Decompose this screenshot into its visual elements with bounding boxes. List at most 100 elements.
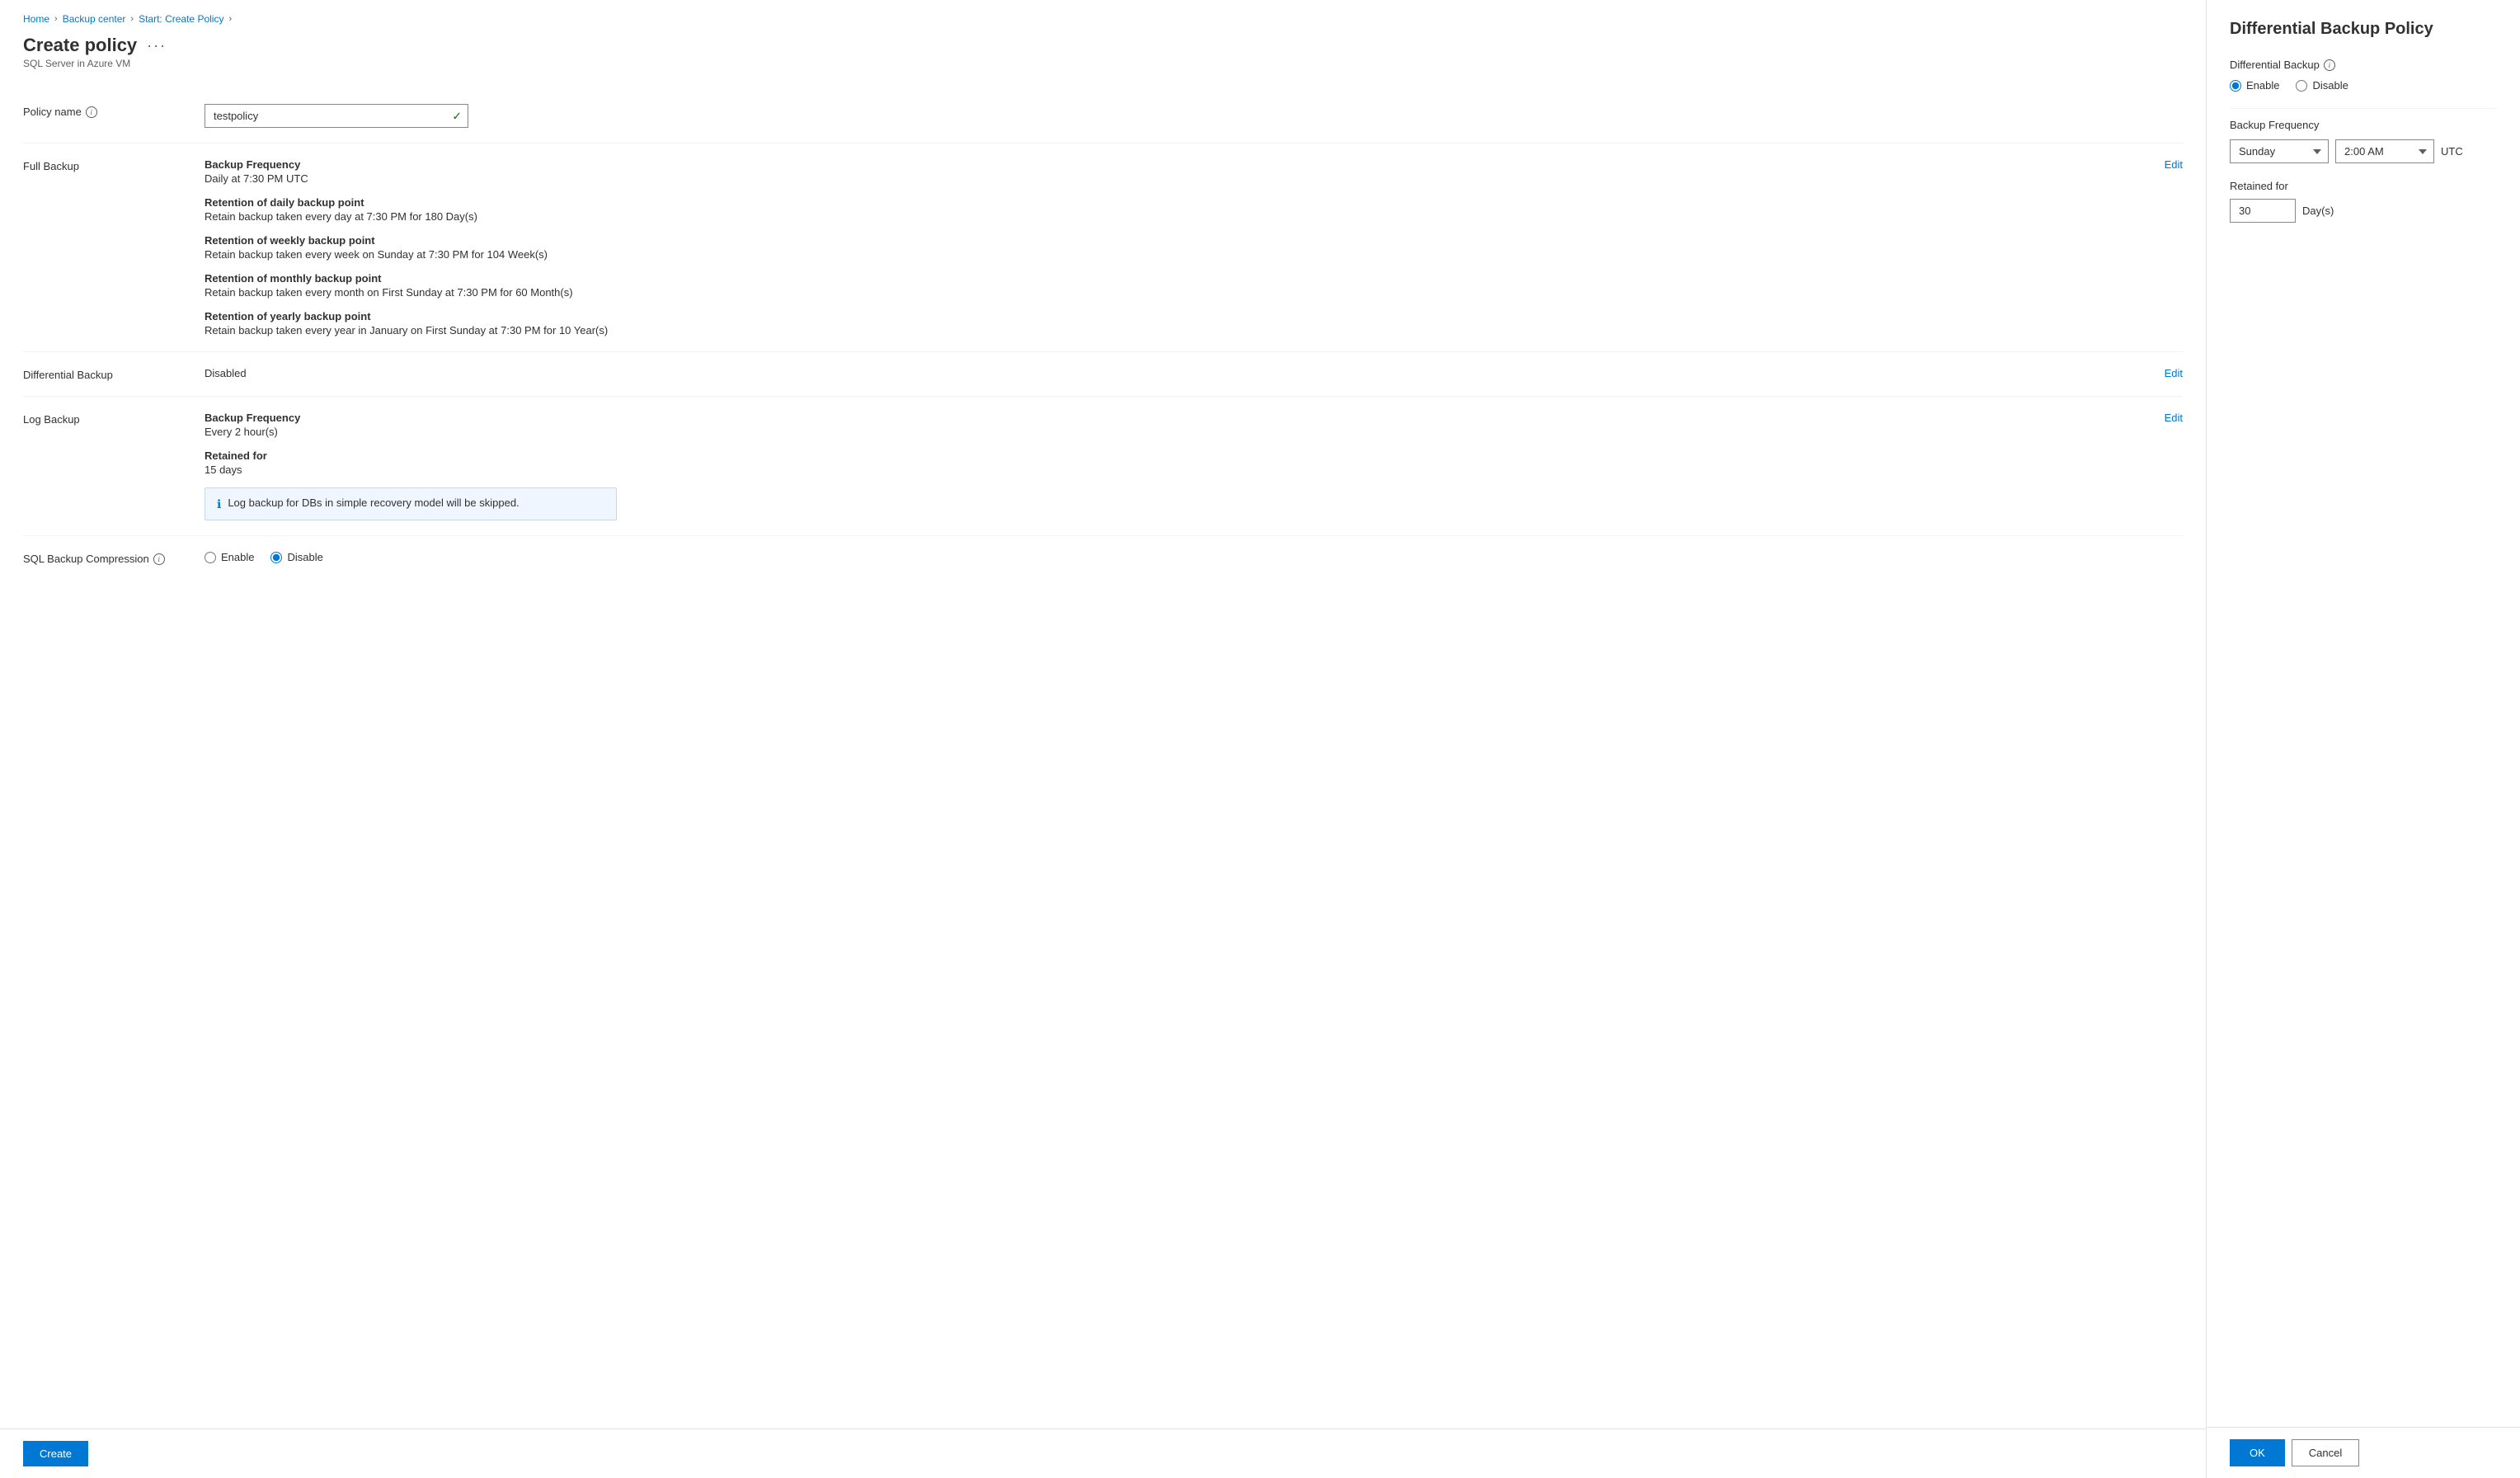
backup-frequency-panel-label: Backup Frequency	[2230, 119, 2497, 131]
policy-name-section: Policy name i ✓	[23, 89, 2183, 144]
diff-backup-enable-input[interactable]	[2230, 80, 2241, 92]
differential-backup-row: Disabled Edit	[205, 367, 2183, 379]
differential-backup-panel-section: Differential Backup i Enable Disable	[2230, 59, 2497, 92]
retention-monthly-title: Retention of monthly backup point	[205, 272, 2148, 285]
retention-weekly-value: Retain backup taken every week on Sunday…	[205, 248, 2148, 261]
retention-daily-title: Retention of daily backup point	[205, 196, 2148, 209]
main-panel: Home › Backup center › Start: Create Pol…	[0, 0, 2207, 1478]
log-info-icon: ℹ	[217, 497, 221, 511]
sql-compression-info-icon: i	[153, 553, 165, 565]
diff-backup-enable-label: Enable	[2246, 79, 2279, 92]
cancel-button[interactable]: Cancel	[2292, 1439, 2359, 1466]
retention-yearly-title: Retention of yearly backup point	[205, 310, 2148, 322]
full-backup-details: Backup Frequency Daily at 7:30 PM UTC Re…	[205, 158, 2148, 337]
sql-compression-disable-input[interactable]	[270, 552, 282, 563]
policy-name-label: Policy name i	[23, 104, 188, 118]
full-backup-retention-yearly: Retention of yearly backup point Retain …	[205, 310, 2148, 337]
page-subtitle: SQL Server in Azure VM	[23, 58, 2183, 69]
differential-backup-status: Disabled	[205, 367, 247, 379]
breadcrumb-sep-3: ›	[228, 14, 232, 24]
page-title-row: Create policy ···	[23, 35, 2183, 56]
create-button[interactable]: Create	[23, 1441, 88, 1466]
utc-label: UTC	[2441, 145, 2463, 158]
log-backup-content: Backup Frequency Every 2 hour(s) Retaine…	[205, 412, 2183, 520]
right-panel-content: Differential Backup Policy Differential …	[2207, 0, 2520, 1427]
log-backup-retained-value: 15 days	[205, 464, 2148, 476]
page-title: Create policy	[23, 35, 137, 56]
sql-compression-disable-radio[interactable]: Disable	[270, 551, 322, 563]
diff-backup-enable-radio[interactable]: Enable	[2230, 79, 2279, 92]
bottom-bar: Create	[0, 1429, 2206, 1478]
log-backup-row: Backup Frequency Every 2 hour(s) Retaine…	[205, 412, 2183, 520]
more-options-button[interactable]: ···	[143, 37, 170, 54]
time-select[interactable]: 12:00 AM 1:00 AM 2:00 AM 3:00 AM 4:00 AM…	[2335, 139, 2434, 163]
backup-frequency-dropdown-row: Sunday Monday Tuesday Wednesday Thursday…	[2230, 139, 2497, 163]
full-backup-retention-monthly: Retention of monthly backup point Retain…	[205, 272, 2148, 299]
log-info-box: ℹ Log backup for DBs in simple recovery …	[205, 487, 617, 520]
retention-weekly-title: Retention of weekly backup point	[205, 234, 2148, 247]
differential-backup-edit-link[interactable]: Edit	[2165, 367, 2183, 379]
diff-backup-radio-group: Enable Disable	[2230, 79, 2497, 92]
retained-for-label: Retained for	[2230, 180, 2497, 192]
diff-backup-info-icon: i	[2324, 59, 2335, 71]
full-backup-section: Full Backup Backup Frequency Daily at 7:…	[23, 144, 2183, 352]
full-backup-row: Backup Frequency Daily at 7:30 PM UTC Re…	[205, 158, 2183, 337]
full-backup-edit-link[interactable]: Edit	[2165, 158, 2183, 171]
log-backup-frequency-value: Every 2 hour(s)	[205, 426, 2148, 438]
policy-name-check-icon: ✓	[452, 109, 462, 123]
differential-backup-section: Differential Backup Disabled Edit	[23, 352, 2183, 397]
backup-frequency-panel-section: Backup Frequency Sunday Monday Tuesday W…	[2230, 119, 2497, 163]
retention-monthly-value: Retain backup taken every month on First…	[205, 286, 2148, 299]
diff-backup-disable-radio[interactable]: Disable	[2296, 79, 2348, 92]
log-backup-retained-item: Retained for 15 days	[205, 450, 2148, 476]
full-backup-frequency-item: Backup Frequency Daily at 7:30 PM UTC	[205, 158, 2148, 185]
retention-daily-value: Retain backup taken every day at 7:30 PM…	[205, 210, 2148, 223]
sql-compression-enable-radio[interactable]: Enable	[205, 551, 254, 563]
retained-for-panel-section: Retained for Day(s)	[2230, 180, 2497, 223]
full-backup-frequency-title: Backup Frequency	[205, 158, 2148, 171]
full-backup-retention-weekly: Retention of weekly backup point Retain …	[205, 234, 2148, 261]
sql-compression-enable-label: Enable	[221, 551, 254, 563]
differential-backup-panel-label: Differential Backup i	[2230, 59, 2497, 71]
policy-name-field-col: ✓	[205, 104, 2183, 128]
full-backup-content: Backup Frequency Daily at 7:30 PM UTC Re…	[205, 158, 2183, 337]
full-backup-label: Full Backup	[23, 158, 188, 172]
ok-button[interactable]: OK	[2230, 1439, 2285, 1466]
full-backup-retention-daily: Retention of daily backup point Retain b…	[205, 196, 2148, 223]
log-backup-details: Backup Frequency Every 2 hour(s) Retaine…	[205, 412, 2148, 520]
log-backup-retained-title: Retained for	[205, 450, 2148, 462]
log-backup-edit-link[interactable]: Edit	[2165, 412, 2183, 424]
retention-yearly-value: Retain backup taken every year in Januar…	[205, 324, 2148, 337]
policy-name-info-icon: i	[86, 106, 97, 118]
full-backup-frequency-value: Daily at 7:30 PM UTC	[205, 172, 2148, 185]
log-backup-section: Log Backup Backup Frequency Every 2 hour…	[23, 397, 2183, 536]
breadcrumb-backup-center[interactable]: Backup center	[63, 13, 126, 25]
log-backup-frequency-item: Backup Frequency Every 2 hour(s)	[205, 412, 2148, 438]
days-label: Day(s)	[2302, 205, 2334, 217]
policy-name-input-wrapper: ✓	[205, 104, 468, 128]
differential-backup-content: Disabled Edit	[205, 367, 2183, 379]
sql-compression-disable-label: Disable	[287, 551, 322, 563]
breadcrumb-start-create[interactable]: Start: Create Policy	[139, 13, 223, 25]
sql-compression-radio-group: Enable Disable	[205, 551, 2183, 563]
right-panel: Differential Backup Policy Differential …	[2207, 0, 2520, 1478]
breadcrumb-home[interactable]: Home	[23, 13, 49, 25]
day-select[interactable]: Sunday Monday Tuesday Wednesday Thursday…	[2230, 139, 2329, 163]
breadcrumb-sep-2: ›	[130, 14, 134, 24]
log-backup-label: Log Backup	[23, 412, 188, 426]
retained-for-input[interactable]	[2230, 199, 2296, 223]
policy-name-input[interactable]	[205, 104, 468, 128]
differential-backup-label: Differential Backup	[23, 367, 188, 381]
breadcrumb-sep-1: ›	[54, 14, 58, 24]
sql-compression-enable-input[interactable]	[205, 552, 216, 563]
diff-backup-disable-label: Disable	[2312, 79, 2348, 92]
right-bottom-bar: OK Cancel	[2207, 1427, 2520, 1478]
retained-for-row: Day(s)	[2230, 199, 2497, 223]
log-backup-frequency-title: Backup Frequency	[205, 412, 2148, 424]
breadcrumb: Home › Backup center › Start: Create Pol…	[23, 13, 2183, 25]
sql-compression-content: Enable Disable	[205, 551, 2183, 563]
log-info-text: Log backup for DBs in simple recovery mo…	[228, 497, 519, 509]
sql-compression-section: SQL Backup Compression i Enable Disable	[23, 536, 2183, 580]
diff-backup-disable-input[interactable]	[2296, 80, 2307, 92]
main-content: Home › Backup center › Start: Create Pol…	[0, 0, 2206, 1429]
